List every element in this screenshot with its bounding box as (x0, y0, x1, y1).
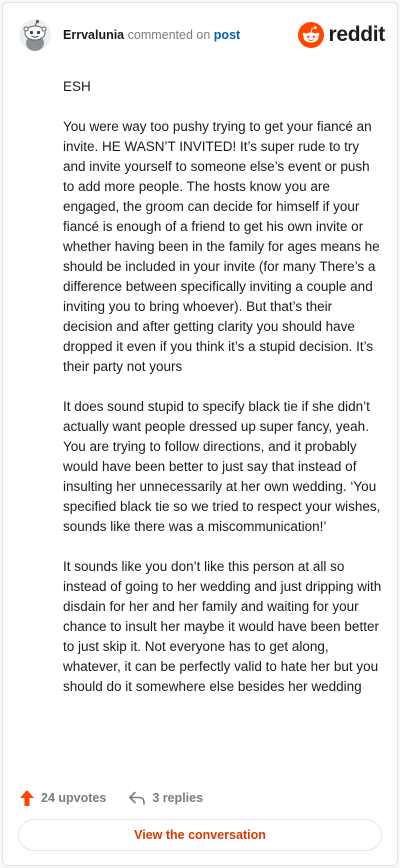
replies-button[interactable]: 3 replies (128, 790, 203, 806)
comment-paragraph: It sounds like you don’t like this perso… (63, 559, 382, 694)
upvotes-button[interactable]: 24 upvotes (19, 789, 106, 807)
username-link[interactable]: Errvalunia (63, 28, 124, 42)
upvote-arrow-icon (20, 790, 34, 806)
comment-body: ESH You were way too pushy trying to get… (63, 77, 383, 717)
comment-footer: 24 upvotes 3 replies (19, 787, 203, 809)
reddit-logo[interactable]: reddit (298, 22, 385, 48)
post-link[interactable]: post (214, 28, 240, 42)
reply-count: 3 replies (152, 791, 204, 805)
reply-arrow-icon (129, 791, 146, 805)
upvote-count: 24 upvotes (41, 791, 107, 805)
comment-paragraph: You were way too pushy trying to get you… (63, 119, 380, 374)
comment-paragraph: ESH (63, 79, 91, 94)
comment-byline: Errvalunia commented on post (63, 27, 240, 43)
reddit-snoo-logo-icon (298, 22, 325, 48)
reddit-wordmark: reddit (328, 23, 385, 46)
comment-card: Errvalunia commented on post reddit ESH … (2, 2, 398, 866)
byline-verb: commented on (127, 28, 211, 42)
comment-paragraph: It does sound stupid to specify black ti… (63, 399, 381, 534)
comment-header: Errvalunia commented on post reddit (19, 17, 385, 53)
snoo-avatar-icon[interactable] (19, 19, 51, 51)
view-conversation-button[interactable]: View the conversation (18, 819, 382, 851)
